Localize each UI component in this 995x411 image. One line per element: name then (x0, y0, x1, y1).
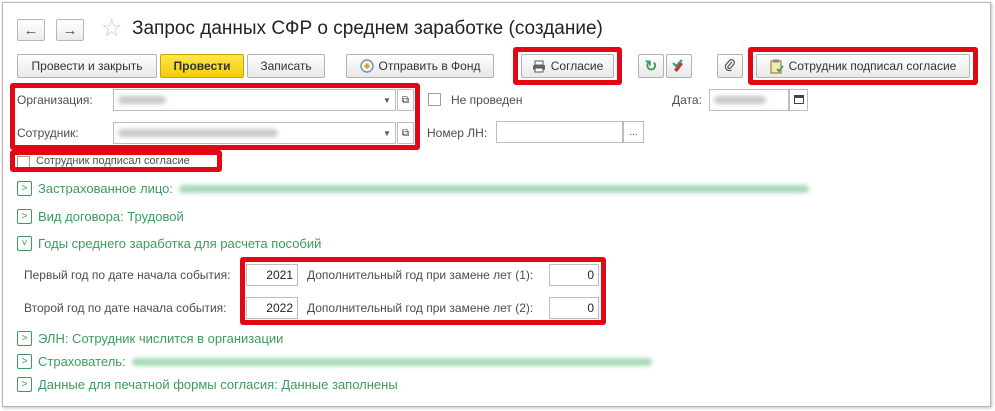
favorite-star-icon[interactable]: ☆ (101, 15, 123, 43)
save-label: Записать (260, 59, 312, 73)
section-insured[interactable]: > Застрахованное лицо: (17, 181, 809, 196)
employee-field[interactable]: ▼ (113, 122, 396, 144)
ellipsis-icon: ... (629, 126, 638, 138)
expand-icon: > (17, 181, 32, 196)
second-year-field[interactable]: 2022 (246, 297, 298, 319)
extra-year2-field[interactable]: 0 (549, 297, 599, 319)
consent-checkbox[interactable] (17, 156, 30, 169)
section-years-label: Годы среднего заработка для расчета посо… (38, 236, 322, 251)
section-eln[interactable]: > ЭЛН: Сотрудник числится в организации (17, 331, 283, 346)
refresh-icon: ↻ (644, 58, 658, 75)
date-label: Дата: (672, 93, 702, 107)
section-print-data[interactable]: > Данные для печатной формы согласия: Да… (17, 377, 398, 392)
employee-signed-button[interactable]: Сотрудник подписал согласие (756, 54, 970, 78)
expand-icon: > (17, 377, 32, 392)
section-insured-label: Застрахованное лицо: (38, 181, 173, 196)
expand-icon: > (17, 209, 32, 224)
consent-checkbox-label: Сотрудник подписал согласие (36, 155, 190, 167)
chevron-down-icon[interactable]: ▼ (379, 90, 395, 110)
refresh-button[interactable]: ↻ (638, 54, 664, 78)
employee-value (118, 129, 278, 137)
organization-open-button[interactable]: ⧉ (397, 89, 414, 111)
arrow-left-icon: ← (23, 21, 39, 39)
section-contract[interactable]: > Вид договора: Трудовой (17, 209, 184, 224)
open-form-icon: ⧉ (401, 127, 410, 139)
insurer-value (131, 357, 652, 366)
post-and-close-button[interactable]: Провести и закрыть (17, 54, 157, 78)
chevron-down-icon[interactable]: ▼ (379, 123, 395, 143)
send-to-fund-label: Отправить в Фонд (378, 59, 481, 73)
extra-year2-label: Дополнительный год при замене лет (2): (307, 301, 534, 315)
employee-label: Сотрудник: (17, 126, 79, 140)
send-fund-icon (359, 59, 374, 73)
forward-button[interactable]: → (56, 19, 84, 41)
post-label: Провести (173, 59, 231, 73)
expand-icon: > (17, 331, 32, 346)
paperclip-icon (724, 58, 736, 75)
second-year-label: Второй год по дате начала события: (24, 301, 227, 315)
extra-year1-field[interactable]: 0 (549, 264, 599, 286)
section-insurer[interactable]: > Страхователь: (17, 354, 652, 369)
section-contract-label: Вид договора: Трудовой (38, 209, 184, 224)
calendar-icon (793, 93, 804, 107)
clear-button[interactable] (666, 54, 692, 78)
section-years[interactable]: ˅ Годы среднего заработка для расчета по… (17, 236, 321, 251)
first-year-field[interactable]: 2021 (246, 264, 298, 286)
organization-field[interactable]: ▼ (113, 89, 396, 111)
document-check-icon (770, 59, 784, 74)
employee-signed-label: Сотрудник подписал согласие (788, 59, 957, 73)
organization-value (118, 96, 166, 104)
section-print-data-label: Данные для печатной формы согласия: Данн… (38, 377, 398, 392)
back-button[interactable]: ← (17, 19, 45, 41)
status-text: Не проведен (451, 93, 523, 107)
printer-icon (532, 60, 546, 73)
consent-button[interactable]: Согласие (521, 54, 614, 78)
arrow-right-icon: → (62, 21, 78, 39)
collapse-icon: ˅ (17, 236, 32, 251)
posted-status-checkbox (428, 93, 441, 106)
sick-leave-select-button[interactable]: ... (623, 121, 644, 143)
post-and-close-label: Провести и закрыть (31, 59, 143, 73)
expand-icon: > (17, 354, 32, 369)
section-insurer-label: Страхователь: (38, 354, 126, 369)
send-to-fund-button[interactable]: Отправить в Фонд (346, 54, 494, 78)
employee-open-button[interactable]: ⧉ (397, 122, 414, 144)
eraser-icon (671, 59, 687, 73)
save-button[interactable]: Записать (247, 54, 325, 78)
sick-leave-field[interactable] (496, 121, 623, 143)
consent-label: Согласие (550, 59, 604, 73)
sick-leave-label: Номер ЛН: (427, 126, 488, 140)
attach-button[interactable] (717, 54, 743, 78)
page-title: Запрос данных СФР о среднем заработке (с… (132, 18, 603, 39)
calendar-button[interactable] (789, 89, 808, 111)
organization-label: Организация: (17, 93, 93, 107)
insured-value (179, 184, 809, 193)
date-field[interactable] (709, 89, 789, 111)
post-button[interactable]: Провести (160, 54, 244, 78)
date-value (714, 96, 766, 104)
section-eln-label: ЭЛН: Сотрудник числится в организации (38, 331, 284, 346)
first-year-label: Первый год по дате начала события: (24, 268, 231, 282)
open-form-icon: ⧉ (401, 94, 410, 106)
extra-year1-label: Дополнительный год при замене лет (1): (307, 268, 534, 282)
